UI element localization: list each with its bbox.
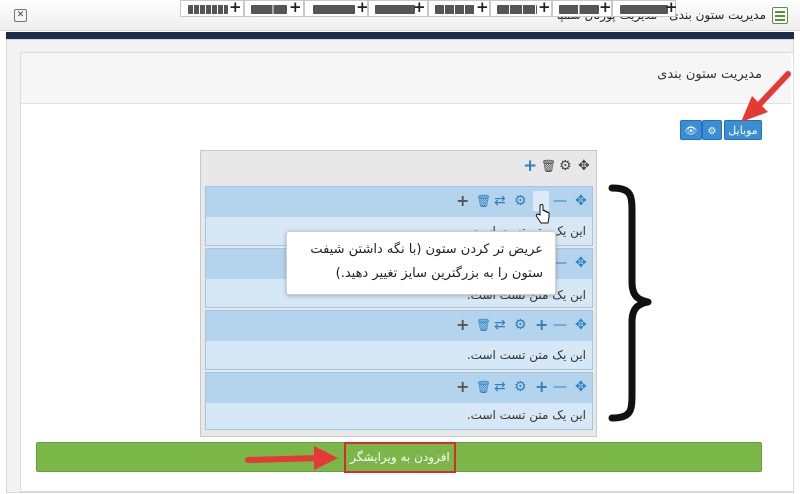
arrow-to-mobile-button	[741, 71, 791, 122]
hand-cursor-icon	[535, 204, 550, 224]
annotation-layer	[245, 71, 791, 470]
curly-brace	[608, 184, 652, 422]
arrow-to-add-button	[245, 446, 338, 470]
